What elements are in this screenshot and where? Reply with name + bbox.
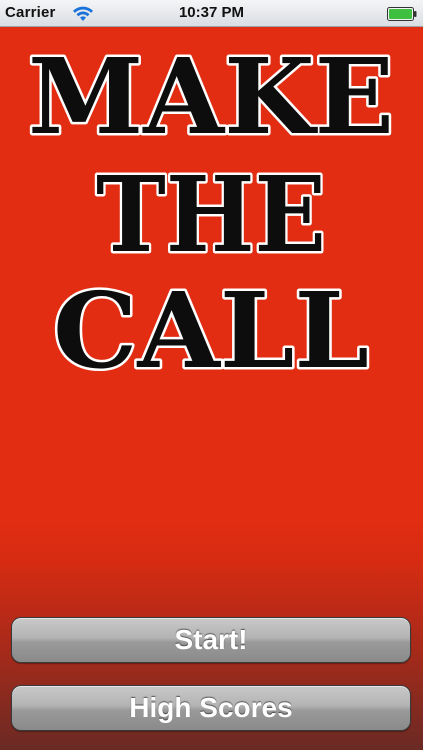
battery-icon [387, 7, 417, 21]
high-scores-button[interactable]: High Scores [11, 685, 411, 731]
game-title: MAKE THE CALL [0, 27, 423, 388]
title-line-2: THE [96, 153, 326, 276]
status-time: 10:37 PM [178, 4, 245, 21]
status-bar: Carrier 10:37 PM [0, 0, 423, 27]
title-line-1: MAKE [28, 35, 394, 158]
title-line-3: CALL [53, 269, 369, 387]
title-graphic: MAKE THE CALL [26, 33, 397, 388]
main-area: MAKE THE CALL Start! High Scores [0, 27, 423, 750]
app-screen: Carrier 10:37 PM MAKE THE CALL Start! Hi… [0, 0, 423, 750]
start-button[interactable]: Start! [11, 617, 411, 663]
